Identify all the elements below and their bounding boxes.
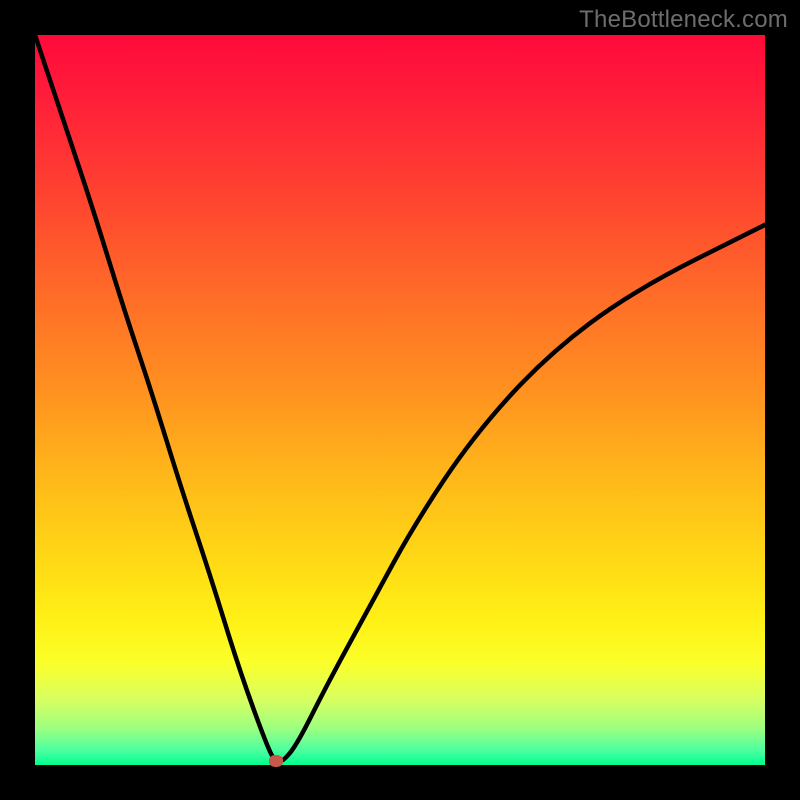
chart-frame: TheBottleneck.com [0, 0, 800, 800]
bottleneck-curve [35, 35, 765, 765]
watermark-text: TheBottleneck.com [579, 6, 788, 34]
data-marker [269, 755, 283, 767]
plot-area [35, 35, 765, 765]
